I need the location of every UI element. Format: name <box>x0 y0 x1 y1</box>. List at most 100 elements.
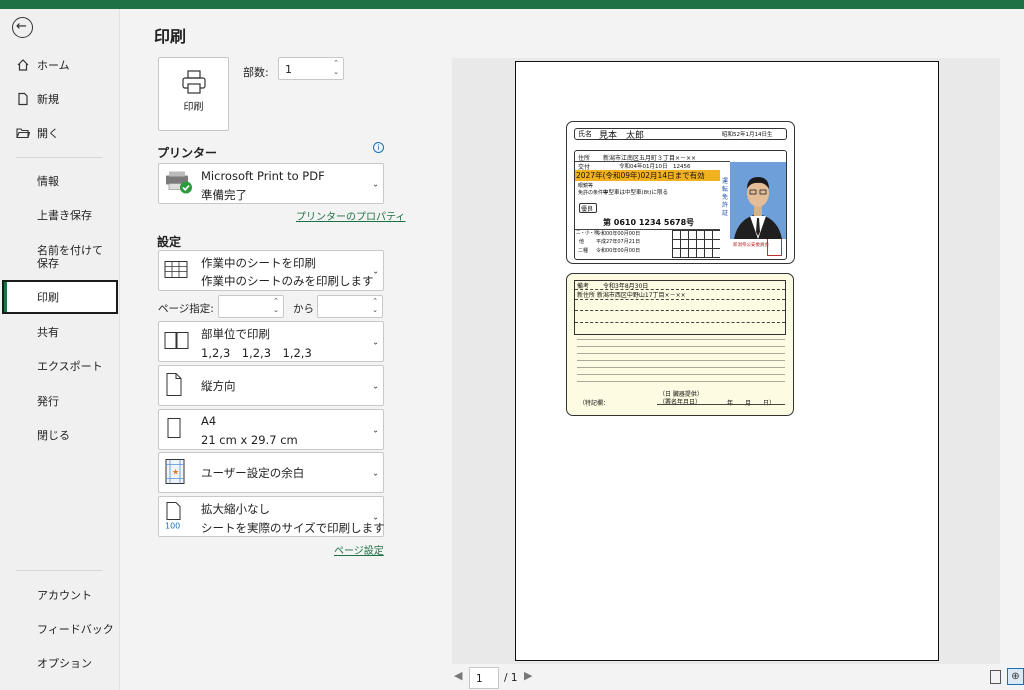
orientation-dropdown[interactable]: 縦方向 ⌄ <box>158 365 384 406</box>
nav-open-label: 開く <box>37 127 59 140</box>
paper-size-desc: 21 cm x 29.7 cm <box>201 433 298 447</box>
expiry-date: 2027年(令和09年)02月14日まで有効 <box>576 171 705 180</box>
to-label: から <box>293 303 314 315</box>
pages-from-stepper[interactable]: ⌃ ⌄ <box>218 295 284 318</box>
chevron-down-icon: ⌄ <box>372 266 379 275</box>
collate-desc: 1,2,3 1,2,3 1,2,3 <box>201 346 312 360</box>
printer-properties-link[interactable]: プリンターのプロパティ <box>296 208 405 223</box>
stepper-arrows-icon[interactable]: ⌃ ⌄ <box>273 297 279 315</box>
page-title: 印刷 <box>154 27 187 46</box>
nav-home[interactable]: ホーム <box>0 50 120 80</box>
portrait-page-icon <box>164 372 184 399</box>
printer-status: 準備完了 <box>201 188 247 202</box>
chevron-down-icon: ⌄ <box>372 381 379 390</box>
nav-account[interactable]: アカウント <box>0 580 120 610</box>
holder-name: 見本 太郎 <box>599 131 645 141</box>
new-document-icon <box>16 92 30 106</box>
collate-title: 部単位で印刷 <box>201 327 270 341</box>
organ-donation-text <box>577 339 785 386</box>
nav-options[interactable]: オプション <box>0 648 120 678</box>
copies-stepper[interactable]: 1 ⌃ ⌄ <box>278 57 344 80</box>
settings-section-title: 設定 <box>157 235 182 249</box>
page-setup-link[interactable]: ページ設定 <box>334 542 384 557</box>
preview-scrollbar[interactable] <box>1001 58 1024 664</box>
prev-page-icon[interactable]: ◀ <box>454 669 462 682</box>
conditions-label-1: 眼鏡等 <box>578 183 594 189</box>
back-arrow-icon: ← <box>16 19 27 34</box>
collate-dropdown[interactable]: 部単位で印刷 1,2,3 1,2,3 1,2,3 ⌄ <box>158 321 384 362</box>
scaling-badge: 100 <box>165 521 180 529</box>
stepper-arrows-icon[interactable]: ⌃ ⌄ <box>333 59 339 77</box>
class-label-3: 二種 <box>578 248 589 254</box>
nav-options-label: オプション <box>37 657 92 670</box>
nav-divider <box>16 570 102 571</box>
nav-divider <box>16 157 102 158</box>
printer-dropdown[interactable]: Microsoft Print to PDF 準備完了 ⌄ <box>158 163 384 204</box>
nav-share[interactable]: 共有 <box>0 317 120 347</box>
orientation-label: 縦方向 <box>201 379 236 393</box>
chevron-down-icon: ⌄ <box>372 179 379 188</box>
nav-new[interactable]: 新規 <box>0 84 120 114</box>
info-icon[interactable]: i <box>373 142 384 153</box>
paper-size-dropdown[interactable]: A4 21 cm x 29.7 cm ⌄ <box>158 409 384 450</box>
dashed-line <box>575 322 785 323</box>
no-scaling-icon: 100 <box>164 501 186 532</box>
nav-close-label: 閉じる <box>37 429 70 442</box>
copies-label: 部数: <box>243 66 269 79</box>
pages-to-stepper[interactable]: ⌃ ⌄ <box>317 295 383 318</box>
nav-feedback-label: フィードバック <box>37 623 114 636</box>
print-scope-title: 作業中のシートを印刷 <box>201 256 316 270</box>
printer-ready-icon <box>164 169 194 198</box>
nav-info[interactable]: 情報 <box>0 166 120 196</box>
paper-size-title: A4 <box>201 414 217 428</box>
nav-publish[interactable]: 発行 <box>0 386 120 416</box>
dashed-line <box>575 299 785 300</box>
nav-save-label: 上書き保存 <box>37 209 92 222</box>
stepper-arrows-icon[interactable]: ⌃ ⌄ <box>372 297 378 315</box>
nav-feedback[interactable]: フィードバック <box>0 614 120 644</box>
backstage-sidebar: ← ホーム 新規 開く 情報 上書き保存 名前を付けて保存 印刷 共有 エクスポ… <box>0 9 120 690</box>
print-scope-desc: 作業中のシートのみを印刷します <box>201 274 374 288</box>
home-icon <box>16 58 30 72</box>
license-card-front: 氏名 見本 太郎 昭和52年1月14日生 住所 新潟市江南区五月町３丁目×－××… <box>566 121 795 264</box>
license-card-back: 備考 令和3年8月30日 新住所 新潟市西区中野山17丁目×－×× （日 臓器提… <box>566 273 794 416</box>
nav-open[interactable]: 開く <box>0 118 120 148</box>
chevron-down-icon: ⌄ <box>372 468 379 477</box>
conditions: 中型車は中型車(8t)に限る <box>603 190 668 196</box>
print-button[interactable]: 印刷 <box>158 57 229 131</box>
printer-section-title: プリンター <box>157 146 218 160</box>
chevron-down-icon: ⌄ <box>372 337 379 346</box>
sheet-grid-icon <box>164 259 188 282</box>
nav-share-label: 共有 <box>37 326 59 339</box>
copies-value: 1 <box>285 63 292 76</box>
scaling-dropdown[interactable]: 100 拡大縮小なし シートを実際のサイズで印刷します ⌄ <box>158 496 385 537</box>
margins-dropdown[interactable]: ★ ユーザー設定の余白 ⌄ <box>158 452 384 493</box>
signature-line <box>657 404 785 405</box>
nav-save-as-label: 名前を付けて保存 <box>37 244 103 270</box>
nav-print[interactable]: 印刷 <box>2 280 118 314</box>
svg-text:★: ★ <box>172 467 179 476</box>
paper-icon <box>164 416 184 443</box>
class-date-2: 平成27年07月21日 <box>596 239 641 245</box>
print-scope-dropdown[interactable]: 作業中のシートを印刷 作業中のシートのみを印刷します ⌄ <box>158 250 384 291</box>
zoom-to-page-icon[interactable]: ⊕ <box>1007 668 1024 685</box>
nav-close[interactable]: 閉じる <box>0 420 120 450</box>
current-page-input[interactable]: 1 <box>469 667 499 689</box>
chevron-down-icon: ⌄ <box>372 512 379 521</box>
date-label: 年 月 日） <box>727 400 776 407</box>
printer-name: Microsoft Print to PDF <box>201 169 325 183</box>
nav-export[interactable]: エクスポート <box>0 351 120 381</box>
nav-save[interactable]: 上書き保存 <box>0 200 120 230</box>
chevron-down-icon: ⌄ <box>372 425 379 434</box>
name-label: 氏名 <box>578 130 592 138</box>
class-grid <box>672 230 720 258</box>
next-page-icon[interactable]: ▶ <box>524 669 532 682</box>
total-pages: / 1 <box>504 672 518 684</box>
back-button[interactable]: ← <box>12 17 33 38</box>
show-margins-icon[interactable] <box>990 670 1001 684</box>
class-date-1: 令和00年00月00日 <box>596 231 641 237</box>
print-button-label: 印刷 <box>183 102 204 113</box>
valid-label: 優良 <box>581 206 594 213</box>
nav-save-as[interactable]: 名前を付けて保存 <box>0 244 120 274</box>
license-side-text: 運転免許証 <box>722 178 729 217</box>
